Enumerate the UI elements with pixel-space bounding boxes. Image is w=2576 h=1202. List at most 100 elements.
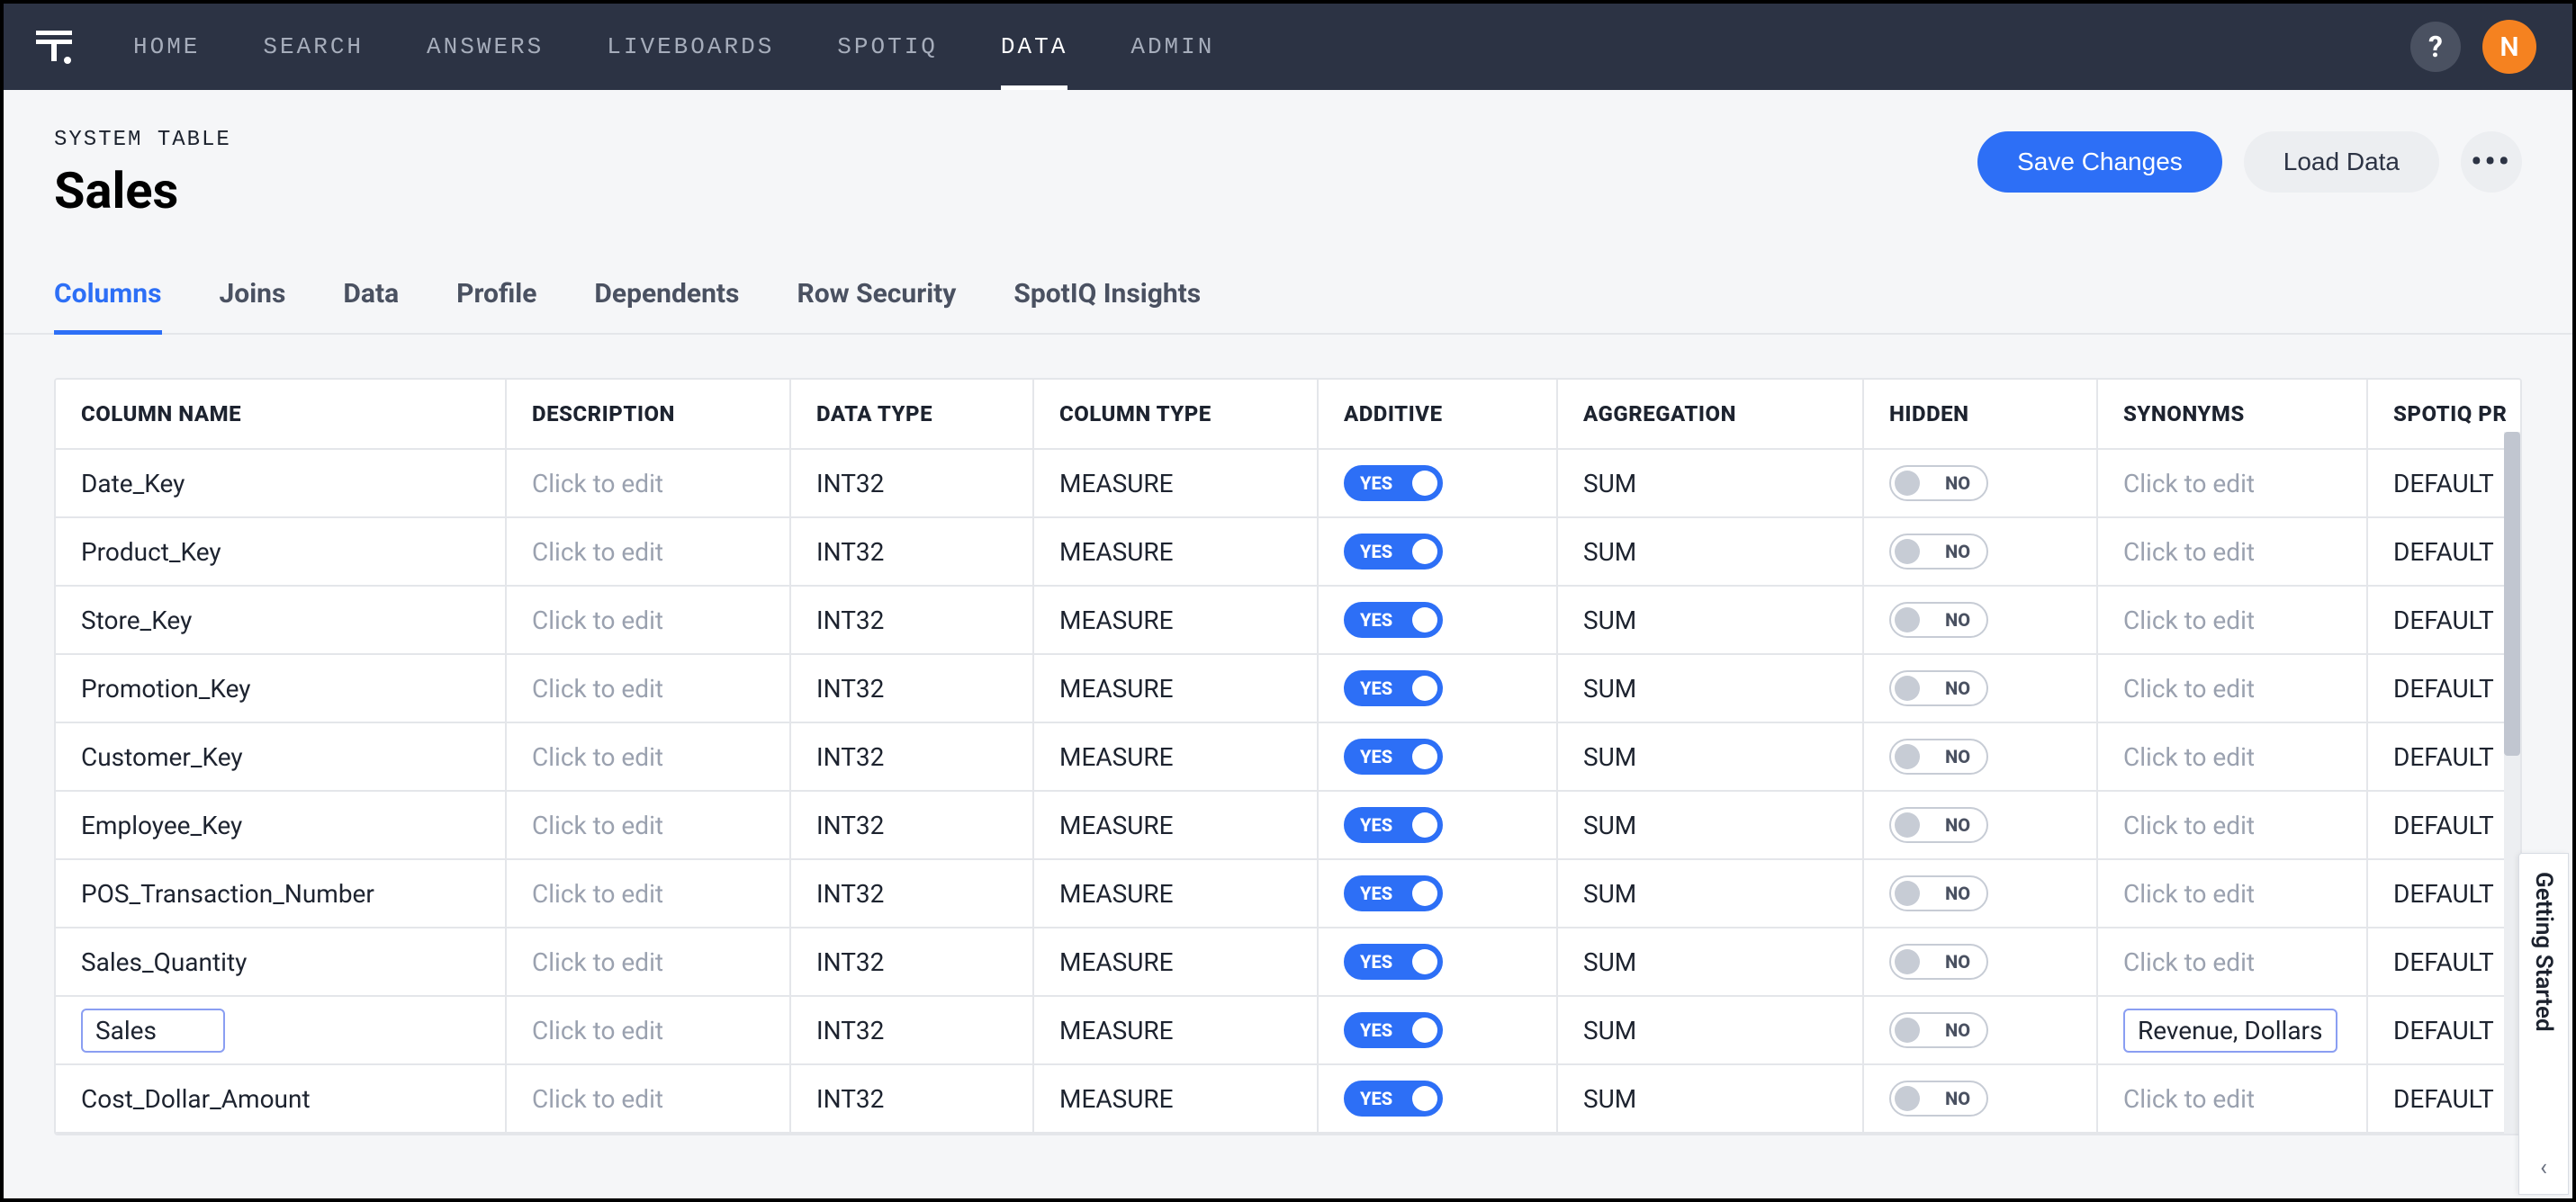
cell-spotiq[interactable]: DEFAULT <box>2367 791 2522 859</box>
cell-spotiq[interactable]: DEFAULT <box>2367 517 2522 586</box>
cell-aggregation[interactable]: SUM <box>1557 517 1863 586</box>
cell-synonyms[interactable]: Revenue, Dollars <box>2097 996 2367 1064</box>
cell-description[interactable]: Click to edit <box>506 1064 790 1133</box>
getting-started-panel-toggle[interactable]: Getting Started ‹ <box>2518 853 2569 1195</box>
cell-synonyms[interactable]: Click to edit <box>2097 859 2367 928</box>
nav-item-admin[interactable]: ADMIN <box>1130 4 1214 90</box>
hidden-toggle[interactable]: NO <box>1889 602 1988 638</box>
hidden-toggle[interactable]: NO <box>1889 739 1988 775</box>
cell-column-type[interactable]: MEASURE <box>1033 928 1318 996</box>
cell-synonyms[interactable]: Click to edit <box>2097 586 2367 654</box>
cell-column-name[interactable]: Promotion_Key <box>56 654 506 722</box>
additive-toggle[interactable]: YES <box>1344 602 1443 638</box>
cell-description[interactable]: Click to edit <box>506 722 790 791</box>
column-name-input[interactable]: Sales <box>81 1009 225 1053</box>
header-synonyms[interactable]: SYNONYMS <box>2097 380 2367 449</box>
cell-column-name[interactable]: POS_Transaction_Number <box>56 859 506 928</box>
nav-item-data[interactable]: DATA <box>1001 4 1067 90</box>
cell-data-type[interactable]: INT32 <box>790 859 1033 928</box>
save-changes-button[interactable]: Save Changes <box>1977 131 2222 193</box>
cell-aggregation[interactable]: SUM <box>1557 586 1863 654</box>
cell-column-name[interactable]: Sales <box>56 996 506 1064</box>
tab-data[interactable]: Data <box>343 278 399 333</box>
nav-item-home[interactable]: HOME <box>133 4 200 90</box>
cell-data-type[interactable]: INT32 <box>790 517 1033 586</box>
tab-row-security[interactable]: Row Security <box>797 278 956 333</box>
additive-toggle[interactable]: YES <box>1344 875 1443 911</box>
cell-description[interactable]: Click to edit <box>506 859 790 928</box>
cell-description[interactable]: Click to edit <box>506 928 790 996</box>
cell-description[interactable]: Click to edit <box>506 517 790 586</box>
cell-description[interactable]: Click to edit <box>506 449 790 517</box>
tab-dependents[interactable]: Dependents <box>594 278 739 333</box>
avatar[interactable]: N <box>2482 20 2536 74</box>
nav-item-liveboards[interactable]: LIVEBOARDS <box>607 4 774 90</box>
header-column-name[interactable]: COLUMN NAME <box>56 380 506 449</box>
tab-profile[interactable]: Profile <box>456 278 536 333</box>
hidden-toggle[interactable]: NO <box>1889 807 1988 843</box>
additive-toggle[interactable]: YES <box>1344 1081 1443 1117</box>
cell-spotiq[interactable]: DEFAULT <box>2367 1064 2522 1133</box>
cell-spotiq[interactable]: DEFAULT <box>2367 449 2522 517</box>
cell-column-name[interactable]: Store_Key <box>56 586 506 654</box>
header-additive[interactable]: ADDITIVE <box>1318 380 1557 449</box>
additive-toggle[interactable]: YES <box>1344 807 1443 843</box>
cell-column-name[interactable]: Cost_Dollar_Amount <box>56 1064 506 1133</box>
hidden-toggle[interactable]: NO <box>1889 465 1988 501</box>
cell-column-name[interactable]: Sales_Quantity <box>56 928 506 996</box>
header-description[interactable]: DESCRIPTION <box>506 380 790 449</box>
hidden-toggle[interactable]: NO <box>1889 944 1988 980</box>
hidden-toggle[interactable]: NO <box>1889 534 1988 570</box>
cell-column-type[interactable]: MEASURE <box>1033 791 1318 859</box>
cell-synonyms[interactable]: Click to edit <box>2097 449 2367 517</box>
cell-column-name[interactable]: Product_Key <box>56 517 506 586</box>
cell-column-type[interactable]: MEASURE <box>1033 996 1318 1064</box>
hidden-toggle[interactable]: NO <box>1889 1081 1988 1117</box>
cell-column-type[interactable]: MEASURE <box>1033 449 1318 517</box>
cell-aggregation[interactable]: SUM <box>1557 996 1863 1064</box>
cell-data-type[interactable]: INT32 <box>790 791 1033 859</box>
additive-toggle[interactable]: YES <box>1344 534 1443 570</box>
cell-spotiq[interactable]: DEFAULT <box>2367 996 2522 1064</box>
cell-column-type[interactable]: MEASURE <box>1033 586 1318 654</box>
nav-item-search[interactable]: SEARCH <box>263 4 364 90</box>
header-spotiq[interactable]: SPOTIQ PR <box>2367 380 2522 449</box>
cell-data-type[interactable]: INT32 <box>790 1064 1033 1133</box>
additive-toggle[interactable]: YES <box>1344 1012 1443 1048</box>
tab-spotiq-insights[interactable]: SpotIQ Insights <box>1013 278 1201 333</box>
cell-column-name[interactable]: Date_Key <box>56 449 506 517</box>
additive-toggle[interactable]: YES <box>1344 944 1443 980</box>
hidden-toggle[interactable]: NO <box>1889 670 1988 706</box>
cell-spotiq[interactable]: DEFAULT <box>2367 928 2522 996</box>
cell-column-type[interactable]: MEASURE <box>1033 654 1318 722</box>
cell-aggregation[interactable]: SUM <box>1557 859 1863 928</box>
cell-data-type[interactable]: INT32 <box>790 928 1033 996</box>
header-column-type[interactable]: COLUMN TYPE <box>1033 380 1318 449</box>
cell-column-type[interactable]: MEASURE <box>1033 1064 1318 1133</box>
cell-aggregation[interactable]: SUM <box>1557 791 1863 859</box>
cell-column-type[interactable]: MEASURE <box>1033 722 1318 791</box>
cell-spotiq[interactable]: DEFAULT <box>2367 722 2522 791</box>
cell-description[interactable]: Click to edit <box>506 586 790 654</box>
logo-icon[interactable] <box>29 22 79 72</box>
cell-synonyms[interactable]: Click to edit <box>2097 722 2367 791</box>
cell-data-type[interactable]: INT32 <box>790 996 1033 1064</box>
nav-item-spotiq[interactable]: SPOTIQ <box>837 4 938 90</box>
cell-aggregation[interactable]: SUM <box>1557 1064 1863 1133</box>
cell-data-type[interactable]: INT32 <box>790 722 1033 791</box>
tab-columns[interactable]: Columns <box>54 278 162 333</box>
tab-joins[interactable]: Joins <box>220 278 286 333</box>
cell-synonyms[interactable]: Click to edit <box>2097 791 2367 859</box>
help-button[interactable]: ? <box>2410 22 2461 72</box>
cell-synonyms[interactable]: Click to edit <box>2097 517 2367 586</box>
more-actions-button[interactable]: ••• <box>2461 131 2522 193</box>
header-hidden[interactable]: HIDDEN <box>1863 380 2097 449</box>
nav-item-answers[interactable]: ANSWERS <box>427 4 544 90</box>
scrollbar-thumb[interactable] <box>2504 432 2520 756</box>
hidden-toggle[interactable]: NO <box>1889 875 1988 911</box>
cell-aggregation[interactable]: SUM <box>1557 654 1863 722</box>
cell-data-type[interactable]: INT32 <box>790 654 1033 722</box>
cell-description[interactable]: Click to edit <box>506 791 790 859</box>
cell-spotiq[interactable]: DEFAULT <box>2367 654 2522 722</box>
cell-synonyms[interactable]: Click to edit <box>2097 654 2367 722</box>
